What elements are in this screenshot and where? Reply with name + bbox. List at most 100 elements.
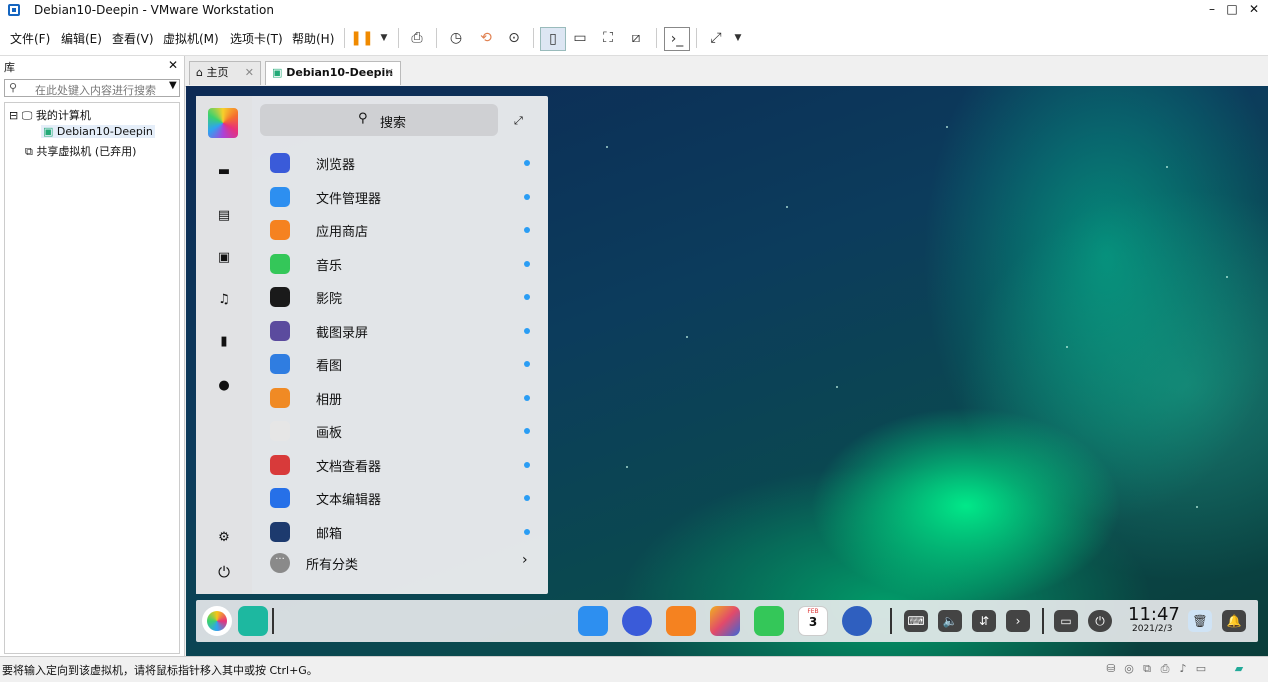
volume-icon[interactable]: 🔈 [938, 610, 962, 632]
computer-icon[interactable]: ▬ [216, 164, 232, 180]
menu-vm[interactable]: 虚拟机(M) [163, 30, 219, 47]
minimize-button[interactable]: – [1202, 2, 1222, 16]
search-dropdown-icon[interactable]: ▼ [169, 80, 177, 91]
show-library-icon[interactable]: ▯ [540, 27, 566, 51]
sound-card-icon[interactable]: ♪ [1176, 662, 1190, 675]
console-view-icon[interactable]: ›_ [664, 27, 690, 51]
launcher-search-label: 搜索 [380, 116, 407, 131]
control-center-icon[interactable] [842, 606, 872, 636]
menu-help[interactable]: 帮助(H) [292, 30, 334, 47]
downloads-icon[interactable]: ● [216, 378, 232, 394]
vm-icon: ▣ [272, 66, 283, 79]
hard-disk-icon[interactable]: ⛁ [1104, 662, 1118, 675]
menu-view[interactable]: 查看(V) [112, 30, 154, 47]
snapshot-icon[interactable]: ◷ [444, 27, 468, 49]
menu-edit[interactable]: 编辑(E) [61, 30, 102, 47]
launcher-app-row[interactable]: 看图 [260, 349, 540, 379]
launcher-app-row[interactable]: 文本编辑器 [260, 483, 540, 513]
display-icon[interactable]: ▭ [1194, 662, 1208, 675]
revert-snapshot-icon[interactable]: ⟲ [474, 27, 498, 49]
app-icon [270, 153, 290, 173]
menu-file[interactable]: 文件(F) [10, 30, 50, 47]
tab-close-icon[interactable]: ✕ [385, 62, 394, 84]
star [1166, 166, 1168, 168]
music-icon[interactable]: ♫ [216, 292, 232, 308]
tab-home[interactable]: ⌂ 主页 ✕ [189, 61, 261, 85]
browser-icon[interactable] [622, 606, 652, 636]
multitask-view-icon[interactable] [238, 606, 268, 636]
trash-icon[interactable]: 🗑 [1188, 610, 1212, 632]
clock-date[interactable]: 2021/2/3 [1132, 624, 1172, 634]
app-icon [270, 354, 290, 374]
app-label: 文档查看器 [316, 459, 382, 475]
toolbar-separator [344, 28, 345, 48]
clock-time[interactable]: 11:47 [1128, 604, 1180, 625]
launcher-icon[interactable] [202, 606, 232, 636]
launcher-search-input[interactable]: ⚲ 搜索 [260, 104, 498, 136]
stretch-guest-icon[interactable]: ⤢ [704, 27, 728, 49]
videos-icon[interactable]: ▮ [216, 334, 232, 350]
music-icon[interactable] [754, 606, 784, 636]
shutdown-icon[interactable]: ⏻ [1088, 610, 1112, 632]
show-desktop-icon[interactable]: ▭ [1054, 610, 1078, 632]
app-label: 浏览器 [316, 158, 356, 173]
unity-icon[interactable]: ⧄ [624, 27, 648, 49]
collapse-icon[interactable]: ⊟ [9, 109, 18, 122]
notification-icon[interactable]: 🔔 [1222, 610, 1246, 632]
pause-dropdown-icon[interactable]: ▼ [372, 27, 396, 49]
network-adapter-icon[interactable]: ⧉ [1140, 662, 1154, 675]
app-label: 文本编辑器 [316, 493, 382, 508]
library-close-button[interactable]: ✕ [168, 58, 178, 72]
keyboard-icon[interactable]: ⌨ [904, 610, 928, 632]
cd-drive-icon[interactable]: ◎ [1122, 662, 1136, 675]
full-screen-icon[interactable]: ⛶ [596, 27, 620, 49]
menu-tabs[interactable]: 选项卡(T) [230, 30, 283, 47]
launcher-app-row[interactable]: 文档查看器 [260, 450, 540, 480]
thumbnail-bar-icon[interactable]: ▭ [568, 27, 592, 49]
fullscreen-mode-button[interactable]: ⤢ [514, 114, 523, 128]
calendar-day: 3 [808, 615, 818, 629]
launcher-app-row[interactable]: 相册 [260, 383, 540, 413]
documents-icon[interactable]: ▤ [216, 208, 232, 224]
pause-icon[interactable]: ❚❚ [350, 27, 374, 49]
launcher-app-row[interactable]: 应用商店 [260, 215, 540, 245]
user-avatar[interactable] [208, 108, 238, 138]
album-icon[interactable] [710, 606, 740, 636]
tree-item-my-computer[interactable]: ⊟ 🖵 我的计算机 [9, 107, 91, 123]
tab-close-icon[interactable]: ✕ [245, 62, 254, 84]
tree-item-shared-vms[interactable]: ⧉ 共享虚拟机 (已弃用) [25, 143, 136, 159]
window-title: Debian10-Deepin - VMware Workstation [34, 3, 274, 17]
vm-screen[interactable]: ▬ ▤ ▣ ♫ ▮ ● ⚙ ⏻ ⚲ 搜索 ⤢ ··· 所有分类 › 浏览器文件管… [186, 86, 1268, 656]
printer-icon[interactable]: ⎙ [1158, 662, 1172, 675]
send-ctrl-alt-del-icon[interactable]: ⎙ [405, 27, 429, 49]
network-icon[interactable]: ⇵ [972, 610, 996, 632]
all-categories-label: 所有分类 [306, 558, 359, 573]
shared-vm-icon: ⧉ [25, 145, 33, 158]
close-button[interactable]: ✕ [1244, 2, 1264, 16]
library-search-input[interactable]: ⚲ 在此处键入内容进行搜索 ▼ [4, 79, 180, 97]
tree-item-vm[interactable]: ▣ Debian10-Deepin [41, 125, 155, 138]
snapshot-manager-icon[interactable]: ⊙ [502, 27, 526, 49]
home-icon: ⌂ [196, 66, 203, 79]
launcher-app-row[interactable]: 文件管理器 [260, 182, 540, 212]
pictures-icon[interactable]: ▣ [216, 250, 232, 266]
tab-debian[interactable]: ▣ Debian10-Deepin ✕ [265, 61, 401, 85]
calendar-icon[interactable]: FEB 3 [798, 606, 828, 636]
all-categories-row[interactable]: ··· 所有分类 › [260, 548, 540, 578]
tray-expand-icon[interactable]: › [1006, 610, 1030, 632]
app-store-icon[interactable] [666, 606, 696, 636]
maximize-button[interactable]: □ [1222, 2, 1242, 16]
new-app-indicator [524, 160, 530, 166]
launcher-app-row[interactable]: 音乐 [260, 249, 540, 279]
launcher-app-row[interactable]: 影院 [260, 282, 540, 312]
stretch-dropdown-icon[interactable]: ▼ [726, 27, 750, 49]
file-manager-icon[interactable] [578, 606, 608, 636]
message-log-icon[interactable]: ▰ [1232, 662, 1246, 675]
launcher-app-row[interactable]: 浏览器 [260, 148, 540, 178]
launcher-app-row[interactable]: 截图录屏 [260, 316, 540, 346]
status-message: 要将输入定向到该虚拟机，请将鼠标指针移入其中或按 Ctrl+G。 [2, 664, 318, 677]
launcher-app-row[interactable]: 邮箱 [260, 517, 540, 547]
power-icon[interactable]: ⏻ [216, 564, 232, 580]
launcher-app-row[interactable]: 画板 [260, 416, 540, 446]
settings-icon[interactable]: ⚙ [216, 530, 232, 546]
